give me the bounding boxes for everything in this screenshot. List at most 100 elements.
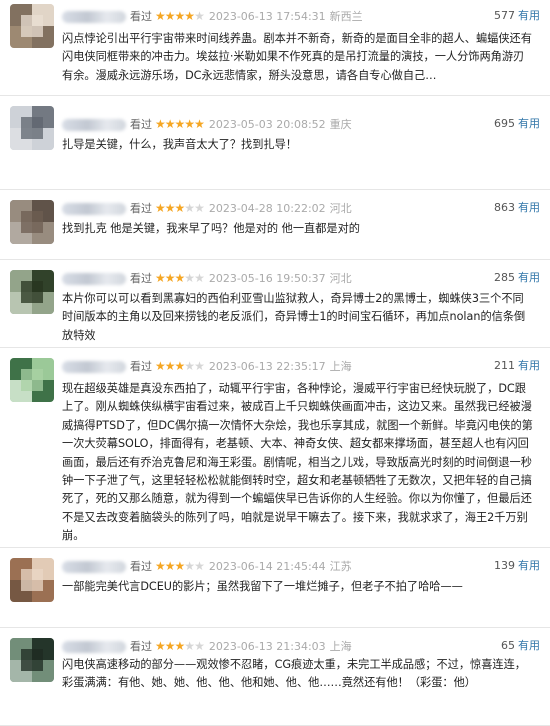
star-filled-icon: ★ — [164, 639, 176, 653]
comment-text: 闪电侠高速移动的部分——观效惨不忍睹，CG痕迹太重，未完工半成品感；不过，惊喜连… — [62, 658, 526, 690]
star-filled-icon: ★ — [155, 9, 166, 23]
avatar[interactable] — [10, 358, 54, 402]
comment-text: 一部能完美代言DCEU的影片；虽然我留下了一堆烂摊子，但老子不拍了哈哈—— — [62, 580, 463, 593]
comment-item: 看过 ★★★★★ 2023-05-16 19:50:37 河北 285 有用 本片你可以可以… — [0, 260, 550, 348]
comment-time: 2023-05-03 20:08:52 — [208, 118, 326, 131]
useful-vote-button[interactable]: 863 有用 — [494, 200, 540, 216]
comment-meta: 看过 ★★★★★ 2023-06-13 22:35:17 上海 211 有用 — [62, 358, 540, 374]
avatar[interactable] — [10, 200, 54, 244]
avatar[interactable] — [10, 106, 54, 150]
star-empty-icon: ★ — [194, 9, 205, 23]
useful-vote-button[interactable]: 65 有用 — [501, 638, 540, 654]
star-filled-icon: ★ — [155, 359, 166, 373]
avatar[interactable] — [10, 270, 54, 314]
star-empty-icon: ★ — [184, 271, 195, 285]
star-filled-icon: ★ — [155, 271, 166, 285]
comment-meta: 看过 ★★★★★ 2023-06-13 21:34:03 上海 65 有用 — [62, 638, 540, 654]
star-filled-icon: ★ — [155, 639, 166, 653]
star-filled-icon: ★ — [155, 201, 166, 215]
star-empty-icon: ★ — [184, 559, 195, 573]
vote-count: 863 — [494, 201, 515, 214]
star-filled-icon: ★ — [174, 359, 186, 373]
comment-text: 现在超级英雄是真没东西拍了，动辄平行宇宙，各种悖论，漫威平行宇宙已经快玩脱了，D… — [62, 382, 533, 543]
star-empty-icon: ★ — [194, 359, 205, 373]
avatar[interactable] — [10, 638, 54, 682]
useful-label[interactable]: 有用 — [518, 639, 540, 652]
star-filled-icon: ★ — [155, 559, 166, 573]
useful-vote-button[interactable]: 139 有用 — [494, 558, 540, 574]
useful-label[interactable]: 有用 — [518, 559, 540, 572]
vote-count: 695 — [494, 117, 515, 130]
watched-label: 看过 — [130, 360, 152, 373]
comment-location: 河北 — [329, 202, 352, 215]
star-filled-icon: ★ — [174, 271, 186, 285]
star-filled-icon: ★ — [164, 559, 176, 573]
comment-text: 闪点悖论引出平行宇宙带来时间线养蛊。剧本并不新奇，新奇的是面目全非的超人、蝙蝠侠… — [62, 32, 532, 82]
comment-text: 本片你可以可以看到黑寡妇的西伯利亚雪山监狱救人，奇异博士2的黑博士，蜘蛛侠3三个… — [62, 292, 526, 342]
star-filled-icon: ★ — [174, 201, 186, 215]
watched-label: 看过 — [130, 560, 152, 573]
comment-text: 扎导是关键，什么，我声音太大了？找到扎导！ — [62, 138, 297, 151]
useful-vote-button[interactable]: 211 有用 — [494, 358, 540, 374]
comment-time: 2023-06-13 17:54:31 — [208, 10, 326, 23]
comment-location: 江苏 — [329, 560, 352, 573]
comment-meta: 看过 ★★★★★ 2023-05-16 19:50:37 河北 285 有用 — [62, 270, 540, 286]
vote-count: 211 — [494, 359, 515, 372]
comment-location: 新西兰 — [329, 10, 363, 23]
username-redacted[interactable] — [62, 11, 126, 23]
star-empty-icon: ★ — [194, 639, 205, 653]
useful-label[interactable]: 有用 — [518, 271, 540, 284]
username-redacted[interactable] — [62, 203, 126, 215]
vote-count: 139 — [494, 559, 515, 572]
useful-vote-button[interactable]: 285 有用 — [494, 270, 540, 286]
star-filled-icon: ★ — [184, 9, 195, 23]
watched-label: 看过 — [130, 118, 152, 131]
star-empty-icon: ★ — [194, 559, 205, 573]
comment-time: 2023-06-13 22:35:17 — [208, 360, 326, 373]
star-empty-icon: ★ — [184, 359, 195, 373]
useful-label[interactable]: 有用 — [518, 117, 540, 130]
useful-label[interactable]: 有用 — [518, 359, 540, 372]
comment-item: 看过 ★★★★★ 2023-04-28 10:22:02 河北 863 有用 找到扎克 他是… — [0, 190, 550, 260]
rating-stars: ★★★★★ — [155, 359, 205, 373]
rating-stars: ★★★★★ — [155, 117, 205, 131]
username-redacted[interactable] — [62, 641, 126, 653]
watched-label: 看过 — [130, 640, 152, 653]
comment-time: 2023-06-13 21:34:03 — [208, 640, 326, 653]
username-redacted[interactable] — [62, 361, 126, 373]
comment-location: 上海 — [329, 640, 352, 653]
comment-list: 看过 ★★★★★ 2023-06-13 17:54:31 新西兰 577 有用 闪点悖论引出… — [0, 0, 550, 726]
username-redacted[interactable] — [62, 119, 126, 131]
star-filled-icon: ★ — [164, 201, 176, 215]
username-redacted[interactable] — [62, 561, 126, 573]
comment-time: 2023-04-28 10:22:02 — [208, 202, 326, 215]
rating-stars: ★★★★★ — [155, 9, 205, 23]
star-empty-icon: ★ — [184, 639, 195, 653]
watched-label: 看过 — [130, 272, 152, 285]
comment-location: 河北 — [329, 272, 352, 285]
useful-vote-button[interactable]: 695 有用 — [494, 116, 540, 132]
star-filled-icon: ★ — [174, 117, 186, 131]
star-filled-icon: ★ — [174, 639, 186, 653]
star-filled-icon: ★ — [194, 117, 205, 131]
vote-count: 577 — [494, 9, 515, 22]
username-redacted[interactable] — [62, 273, 126, 285]
comment-meta: 看过 ★★★★★ 2023-06-13 17:54:31 新西兰 577 有用 — [62, 8, 540, 24]
comment-location: 上海 — [329, 360, 352, 373]
vote-count: 285 — [494, 271, 515, 284]
star-filled-icon: ★ — [164, 117, 176, 131]
comment-text: 找到扎克 他是关键，我来早了吗？他是对的 他一直都是对的 — [62, 222, 360, 235]
useful-vote-button[interactable]: 577 有用 — [494, 8, 540, 24]
star-filled-icon: ★ — [184, 117, 195, 131]
star-filled-icon: ★ — [164, 359, 176, 373]
star-filled-icon: ★ — [174, 9, 186, 23]
avatar[interactable] — [10, 4, 54, 48]
rating-stars: ★★★★★ — [155, 639, 205, 653]
avatar[interactable] — [10, 558, 54, 602]
star-filled-icon: ★ — [164, 271, 176, 285]
comment-time: 2023-05-16 19:50:37 — [208, 272, 326, 285]
useful-label[interactable]: 有用 — [518, 201, 540, 214]
star-filled-icon: ★ — [174, 559, 186, 573]
useful-label[interactable]: 有用 — [518, 9, 540, 22]
comment-location: 重庆 — [329, 118, 352, 131]
